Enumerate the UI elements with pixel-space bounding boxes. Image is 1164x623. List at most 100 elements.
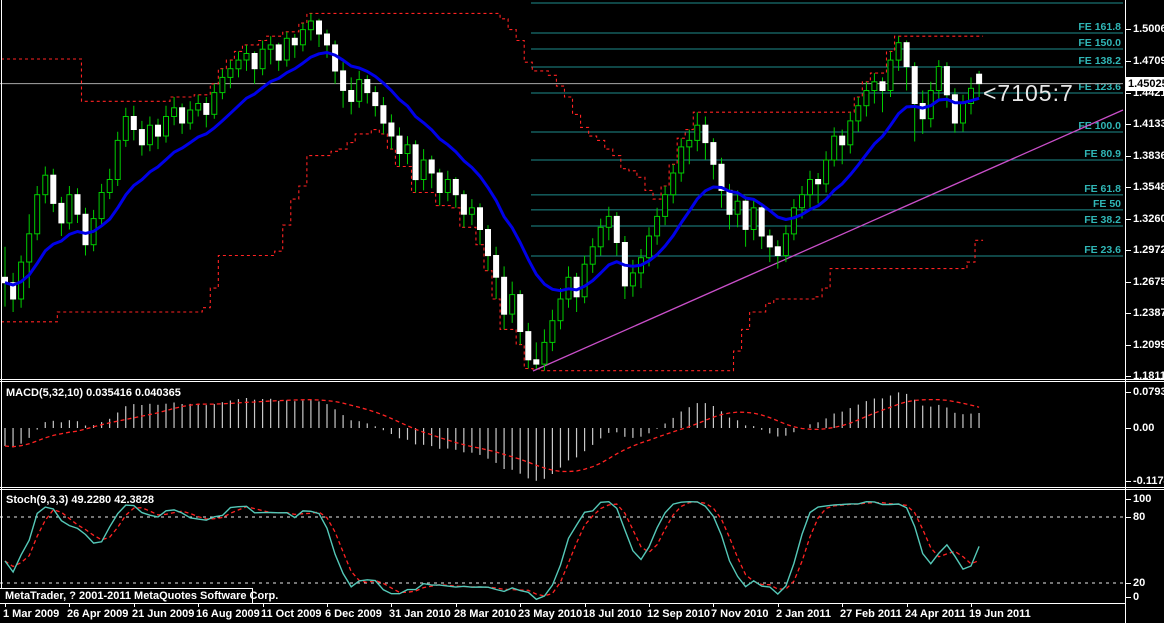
date-tick <box>5 604 6 607</box>
bull-candle <box>164 117 169 137</box>
bear-candle <box>816 180 821 184</box>
bear-candle <box>317 21 322 34</box>
fib-level-label: FE 50 <box>1093 198 1121 210</box>
upper-band-dashed <box>1 13 983 199</box>
fib-level-label: FE 100.0 <box>1078 120 1121 132</box>
bear-candle <box>502 277 507 314</box>
date-label: 19 Jun 2011 <box>969 608 1031 620</box>
scale-label: 1.41330 <box>1133 118 1164 130</box>
stoch-indicator-label: Stoch(9,3,3) 49.2280 42.3828 <box>6 494 154 506</box>
date-label: 31 Jan 2010 <box>389 608 451 620</box>
bull-candle <box>115 140 120 179</box>
bear-candle <box>461 195 466 215</box>
scale-tick <box>1126 124 1131 125</box>
lower-band-dashed <box>1 130 983 371</box>
bear-candle <box>574 277 579 297</box>
bull-candle <box>687 140 692 147</box>
bear-candle <box>703 125 708 142</box>
bear-candle <box>518 295 523 332</box>
bull-candle <box>888 60 893 90</box>
date-tick <box>327 604 328 607</box>
bull-candle <box>582 264 587 297</box>
bull-candle <box>800 195 805 208</box>
scale-tick <box>1126 499 1131 500</box>
main-price-chart[interactable]: FE 161.8FE 150.0FE 138.2FE 123.6FE 100.0… <box>0 0 1125 379</box>
scale-tick <box>1126 517 1131 518</box>
date-tick <box>971 604 972 607</box>
date-tick <box>69 604 70 607</box>
scale-tick <box>1126 313 1131 314</box>
date-tick <box>456 604 457 607</box>
bull-candle <box>244 54 249 61</box>
bull-candle <box>751 208 756 230</box>
bull-candle <box>550 321 555 343</box>
bull-candle <box>212 93 217 115</box>
bull-candle <box>542 342 547 364</box>
scale-tick <box>1126 61 1131 62</box>
bear-candle <box>494 256 499 278</box>
scale-label: 0.00 <box>1133 422 1154 434</box>
bull-candle <box>598 227 603 247</box>
scale-label: 100 <box>1133 493 1151 505</box>
price-scale[interactable]: 1.500601.470901.442101.413301.383601.354… <box>1125 0 1164 623</box>
bull-candle <box>43 175 48 195</box>
date-label: 28 Mar 2010 <box>454 608 516 620</box>
time-axis[interactable]: 1 Mar 200926 Apr 200921 Jun 200916 Aug 2… <box>0 604 1125 623</box>
fib-level-label: FE 150.0 <box>1078 37 1121 49</box>
bull-candle <box>961 104 966 124</box>
stochastic-panel[interactable] <box>0 490 1125 603</box>
bear-candle <box>775 247 780 256</box>
bear-candle <box>341 71 346 91</box>
bull-candle <box>590 247 595 264</box>
bear-candle <box>977 74 982 83</box>
scale-label: 1.38360 <box>1133 150 1164 162</box>
bull-candle <box>679 147 684 173</box>
bear-candle <box>711 143 716 165</box>
bull-candle <box>147 125 152 145</box>
bear-candle <box>952 95 957 123</box>
bear-candle <box>759 208 764 236</box>
date-tick <box>649 604 650 607</box>
bear-candle <box>486 230 491 256</box>
bear-candle <box>413 145 418 180</box>
bull-candle <box>558 299 563 321</box>
scale-label: 1.50060 <box>1133 23 1164 35</box>
bull-candle <box>510 295 515 315</box>
bear-candle <box>349 91 354 102</box>
scale-tick <box>1126 93 1131 94</box>
bear-candle <box>534 360 539 364</box>
trendline[interactable] <box>533 110 1123 371</box>
bull-candle <box>123 117 128 141</box>
bear-candle <box>478 208 483 230</box>
bull-candle <box>172 108 177 117</box>
date-label: 6 Dec 2009 <box>325 608 382 620</box>
scale-label: 1.20990 <box>1133 339 1164 351</box>
macd-signal-line <box>5 400 979 472</box>
bear-candle <box>83 214 88 244</box>
scale-tick <box>1126 345 1131 346</box>
scale-tick <box>1126 392 1131 393</box>
date-label: 7 Nov 2010 <box>711 608 768 620</box>
scale-tick <box>1126 219 1131 220</box>
date-tick <box>778 604 779 607</box>
bear-candle <box>292 38 297 45</box>
scale-tick <box>1126 282 1131 283</box>
bull-candle <box>808 180 813 195</box>
bear-candle <box>204 104 209 115</box>
bull-candle <box>824 160 829 184</box>
fib-level-label: FE 80.9 <box>1084 148 1121 160</box>
bull-candle <box>832 136 837 160</box>
bear-candle <box>743 201 748 229</box>
scale-tick <box>1126 250 1131 251</box>
bull-candle <box>67 195 72 223</box>
bear-candle <box>904 43 909 67</box>
scale-label: 1.23870 <box>1133 307 1164 319</box>
bull-candle <box>695 125 700 140</box>
bull-candle <box>864 91 869 106</box>
bull-candle <box>630 273 635 286</box>
scale-label: 1.32600 <box>1133 213 1164 225</box>
fib-level-label: FE 161.8 <box>1078 21 1121 33</box>
date-label: 27 Feb 2011 <box>840 608 902 620</box>
bull-candle <box>357 80 362 102</box>
bear-candle <box>727 190 732 214</box>
